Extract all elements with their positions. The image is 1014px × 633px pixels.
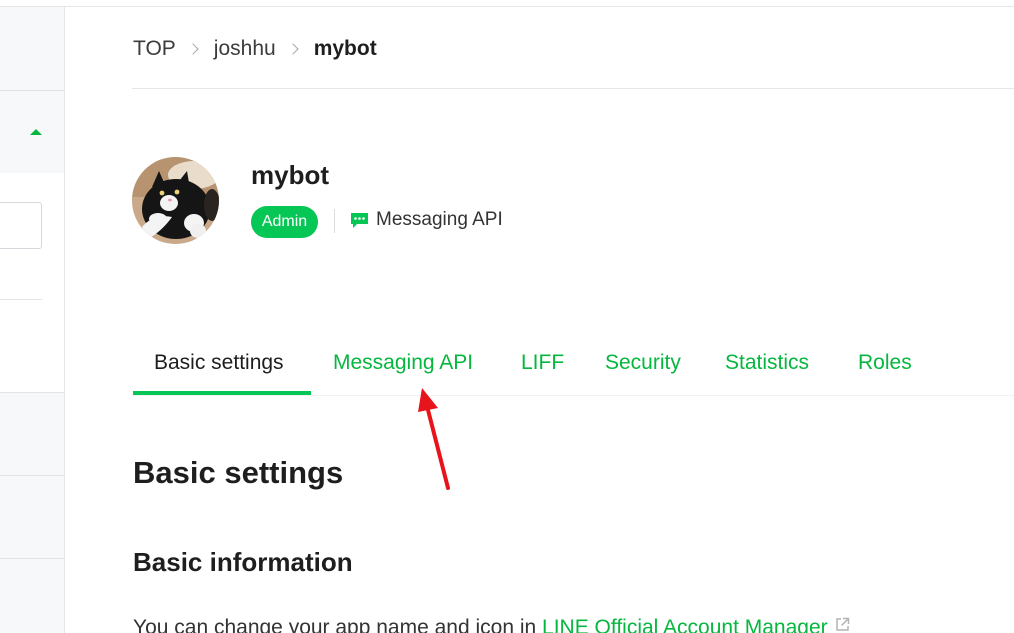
active-tab-indicator (133, 391, 311, 395)
channel-tabs: Basic settings Messaging API LIFF Securi… (133, 340, 1014, 396)
channel-name: mybot (251, 160, 329, 190)
chevron-right-icon (187, 43, 199, 55)
tab-liff[interactable]: LIFF (521, 351, 564, 375)
sidebar-search-input[interactable] (0, 202, 42, 249)
sidebar-divider (0, 90, 64, 91)
section-heading: Basic information (133, 547, 353, 577)
breadcrumb-current: mybot (313, 37, 377, 60)
sidebar-divider (0, 475, 64, 476)
role-badge: Admin (251, 206, 318, 238)
sidebar-divider (0, 392, 64, 393)
meta-divider (334, 209, 335, 233)
sidebar (0, 7, 65, 633)
annotation-arrow-icon (418, 388, 450, 490)
tab-roles[interactable]: Roles (858, 351, 912, 375)
sidebar-divider (0, 299, 42, 300)
tab-basic-settings[interactable]: Basic settings (154, 351, 284, 375)
tab-security[interactable]: Security (605, 351, 681, 375)
section-description: You can change your app name and icon in… (133, 616, 850, 633)
page-heading: Basic settings (133, 455, 344, 490)
channel-type-label: Messaging API (376, 209, 503, 230)
oa-manager-link[interactable]: LINE Official Account Manager (542, 616, 828, 633)
external-link-icon[interactable] (835, 617, 850, 632)
channel-avatar (132, 157, 219, 244)
tab-statistics[interactable]: Statistics (725, 351, 809, 375)
breadcrumb-top[interactable]: TOP (133, 37, 176, 61)
breadcrumb: TOP joshhu mybot (133, 36, 377, 62)
sidebar-divider (0, 558, 64, 559)
description-text: You can change your app name and icon in (133, 616, 543, 633)
breadcrumb-provider[interactable]: joshhu (214, 37, 276, 61)
chat-bubble-icon (351, 213, 368, 228)
chevron-right-icon (287, 43, 299, 55)
tab-messaging-api[interactable]: Messaging API (333, 351, 473, 375)
collapse-caret-icon[interactable] (30, 129, 42, 135)
breadcrumb-divider (132, 88, 1014, 89)
top-border (0, 6, 1014, 7)
